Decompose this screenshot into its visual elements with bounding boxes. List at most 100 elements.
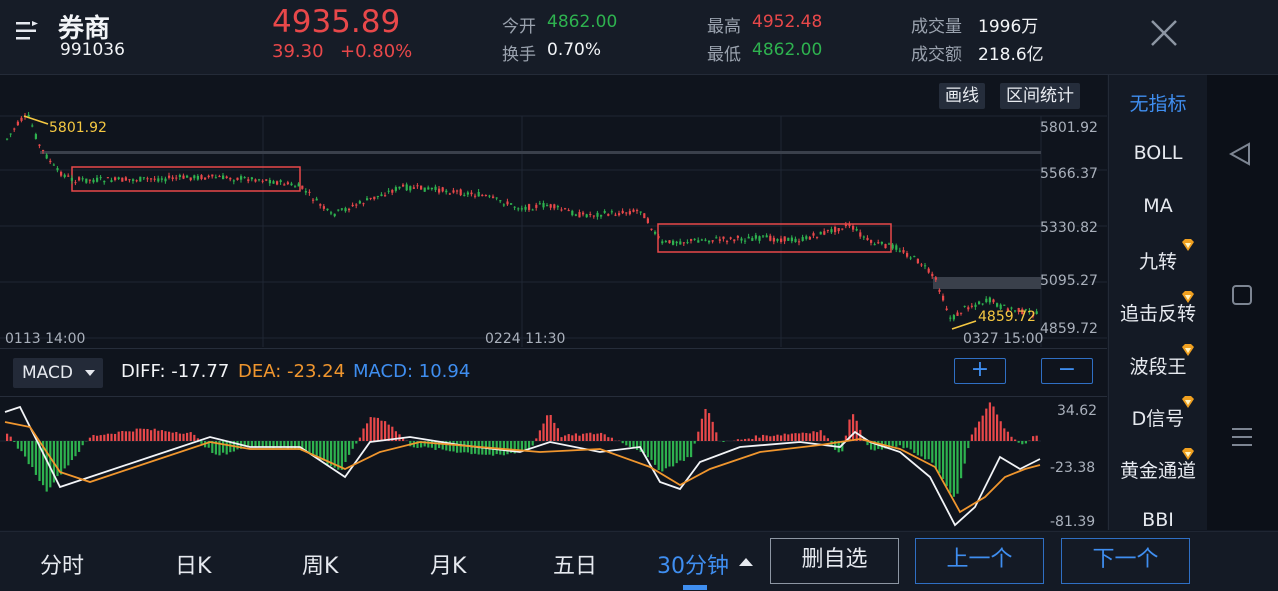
- chevron-up-icon[interactable]: [739, 558, 753, 566]
- candle: [769, 236, 771, 241]
- candle: [319, 204, 321, 206]
- macd-bar: [136, 429, 138, 441]
- close-icon[interactable]: [1150, 19, 1178, 47]
- candle: [146, 178, 148, 179]
- candle: [496, 197, 498, 198]
- macd-bar: [532, 441, 534, 446]
- candle: [337, 210, 339, 211]
- macd-bar: [28, 441, 30, 464]
- candle: [280, 180, 282, 182]
- candle: [236, 178, 238, 180]
- tab-daily-k[interactable]: 日K: [175, 548, 211, 580]
- candle: [370, 198, 372, 199]
- macd-bar: [564, 435, 566, 441]
- candle: [222, 175, 224, 179]
- candle: [841, 229, 843, 230]
- candle: [226, 177, 228, 179]
- chart-area[interactable]: 画线 区间统计 5801.92 4859.72 5801.92 5566.37: [0, 75, 1107, 530]
- macd-value: MACD: 10.94: [353, 361, 470, 382]
- macd-bar: [6, 434, 8, 441]
- vip-icon: [1181, 238, 1195, 252]
- candle: [247, 179, 249, 181]
- candle: [283, 184, 285, 185]
- indicator-boll[interactable]: BOLL: [1109, 142, 1207, 164]
- candle: [596, 213, 598, 217]
- zoom-out-button[interactable]: −: [1041, 358, 1093, 384]
- candle: [874, 244, 876, 245]
- candle: [870, 240, 872, 243]
- candle: [899, 251, 901, 252]
- candle: [78, 177, 80, 180]
- candle: [485, 195, 487, 196]
- macd-bar: [989, 402, 991, 441]
- zoom-in-button[interactable]: +: [954, 358, 1006, 384]
- low-label: 最低: [707, 40, 741, 65]
- candle: [856, 229, 858, 230]
- tab-30min[interactable]: 30分钟: [657, 548, 729, 580]
- dropdown-arrow-icon: [85, 370, 95, 376]
- candle: [755, 235, 757, 238]
- menu-icon[interactable]: [16, 20, 38, 42]
- home-icon[interactable]: [1232, 285, 1252, 305]
- macd-bar: [1014, 440, 1016, 441]
- candle: [6, 139, 8, 140]
- tab-timeshare[interactable]: 分时: [40, 548, 84, 580]
- next-button[interactable]: 下一个: [1061, 538, 1190, 584]
- indicator-select[interactable]: MACD: [13, 358, 103, 388]
- macd-bar: [647, 441, 649, 457]
- candle: [550, 204, 552, 207]
- candle: [974, 305, 976, 307]
- macd-bar: [175, 432, 177, 441]
- price-change: 39.30: [272, 41, 324, 62]
- candle: [499, 200, 501, 201]
- candle: [193, 175, 195, 178]
- delete-favorite-button[interactable]: 删自选: [770, 538, 899, 584]
- candle: [298, 184, 300, 187]
- candle: [604, 211, 606, 213]
- macd-bar: [341, 441, 343, 470]
- candle: [20, 118, 22, 121]
- candle: [524, 207, 526, 210]
- candle: [208, 176, 210, 177]
- macd-bar: [654, 441, 656, 465]
- tab-monthly-k[interactable]: 月K: [430, 548, 466, 580]
- indicator-ma[interactable]: MA: [1109, 195, 1207, 217]
- macd-bar: [388, 425, 390, 441]
- macd-bar: [586, 433, 588, 441]
- candle: [661, 241, 663, 243]
- candle: [384, 195, 386, 196]
- prev-button[interactable]: 上一个: [915, 538, 1044, 584]
- candle: [366, 198, 368, 200]
- candle: [614, 215, 616, 216]
- kline-chart[interactable]: 5801.92 4859.72 5801.92 5566.37 5330.82 …: [0, 75, 1107, 347]
- candle: [758, 236, 760, 241]
- candle: [557, 206, 559, 207]
- vip-icon: [1181, 343, 1195, 357]
- candle: [272, 181, 274, 183]
- vip-icon: [1181, 447, 1195, 461]
- tab-five-day[interactable]: 五日: [553, 548, 597, 580]
- indicator-none[interactable]: 无指标: [1109, 89, 1207, 116]
- indicator-bbi[interactable]: BBI: [1109, 509, 1207, 531]
- macd-bar: [179, 434, 181, 441]
- candle: [164, 179, 166, 182]
- low-value: 4862.00: [752, 40, 822, 60]
- recents-icon[interactable]: [1231, 427, 1253, 447]
- macd-bar: [35, 441, 37, 475]
- macd-bar: [190, 432, 192, 441]
- candle: [744, 241, 746, 242]
- candle: [816, 237, 818, 238]
- macd-chart[interactable]: 34.62 -23.38 -81.39: [0, 397, 1107, 530]
- candle: [301, 186, 303, 189]
- tab-weekly-k[interactable]: 周K: [302, 548, 338, 580]
- candle: [654, 232, 656, 234]
- macd-bar: [676, 441, 678, 463]
- macd-bar: [686, 441, 688, 457]
- price-change-pct: +0.80%: [340, 41, 412, 62]
- macd-bar: [996, 414, 998, 441]
- back-icon[interactable]: [1229, 142, 1251, 166]
- candle: [395, 187, 397, 191]
- macd-bar: [276, 441, 278, 446]
- candle: [38, 145, 40, 146]
- macd-bar: [953, 441, 955, 497]
